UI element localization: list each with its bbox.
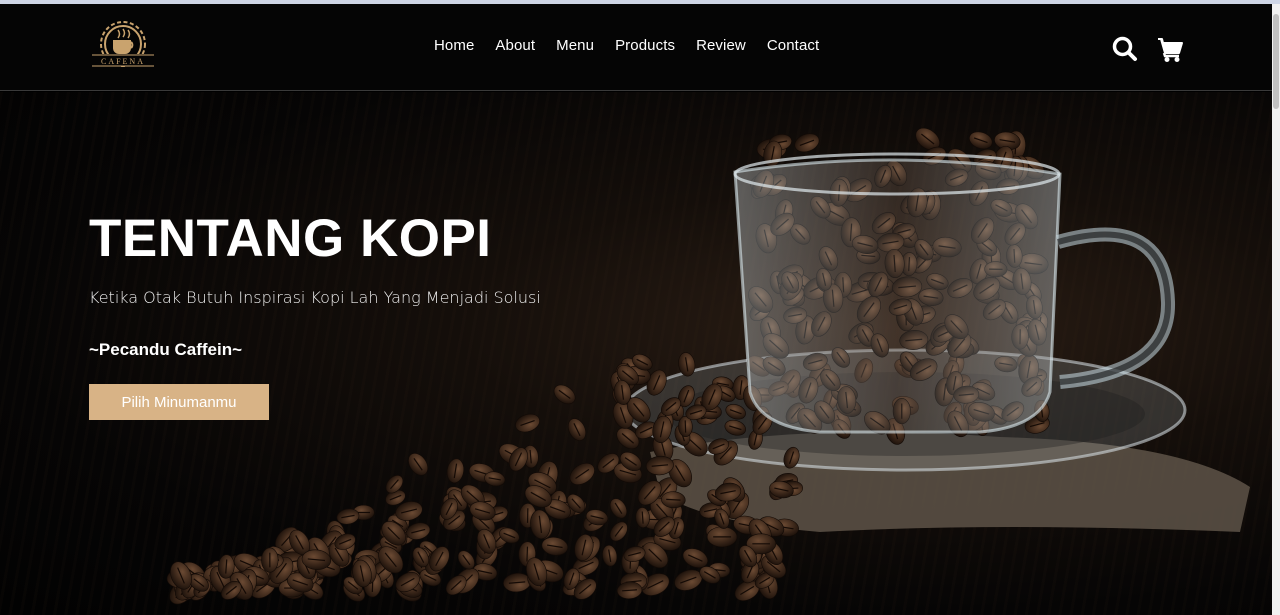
hero-quote: ~Pecandu Caffein~	[89, 340, 243, 359]
cafena-logo[interactable]: CAFENA	[88, 16, 158, 78]
scrollbar-thumb[interactable]	[1273, 14, 1279, 109]
main-nav: Home About Menu Products Review Contact	[434, 37, 840, 54]
hero-subtitle: Ketika Otak Butuh Inspirasi Kopi Lah Yan…	[89, 288, 541, 307]
logo-text: CAFENA	[101, 57, 145, 66]
search-icon	[1112, 36, 1137, 61]
site-header: CAFENA Home About Menu Products Review C…	[0, 4, 1272, 91]
cart-button[interactable]	[1156, 34, 1186, 64]
logo-badge-icon: CAFENA	[92, 21, 154, 67]
nav-products[interactable]: Products	[615, 37, 675, 54]
choose-drink-button[interactable]: Pilih Minumanmu	[89, 384, 269, 420]
nav-home[interactable]: Home	[434, 37, 474, 54]
page-scrollbar[interactable]	[1272, 4, 1280, 615]
nav-menu[interactable]: Menu	[556, 37, 594, 54]
nav-about[interactable]: About	[495, 37, 535, 54]
search-button[interactable]	[1110, 34, 1140, 64]
hero-title: TENTANG KOPI	[89, 209, 492, 268]
nav-review[interactable]: Review	[696, 37, 746, 54]
cart-icon	[1158, 38, 1183, 62]
hero-section: TENTANG KOPI Ketika Otak Butuh Inspirasi…	[0, 92, 1272, 615]
nav-contact[interactable]: Contact	[767, 37, 819, 54]
